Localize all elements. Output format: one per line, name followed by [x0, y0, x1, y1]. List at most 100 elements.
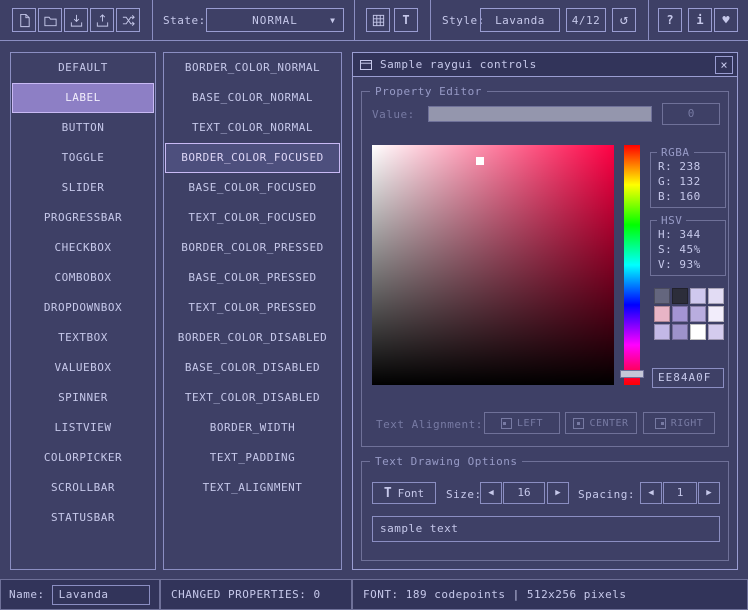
control-type-item[interactable]: LISTVIEW — [11, 413, 155, 443]
style-property-item[interactable]: BORDER_COLOR_NORMAL — [164, 53, 341, 83]
style-property-item[interactable]: BORDER_COLOR_FOCUSED — [165, 143, 340, 173]
style-reload-button[interactable]: ↺ — [612, 8, 636, 32]
random-style-button[interactable] — [116, 8, 140, 32]
statusbar-font-section: FONT: 189 codepoints | 512x256 pixels — [352, 579, 748, 610]
control-type-item[interactable]: DROPDOWNBOX — [11, 293, 155, 323]
reload-icon: ↺ — [620, 13, 628, 27]
align-left-button[interactable]: LEFT — [484, 412, 560, 434]
style-property-item[interactable]: BASE_COLOR_PRESSED — [164, 263, 341, 293]
info-icon: i — [696, 14, 703, 26]
color-swatch[interactable] — [690, 306, 706, 322]
color-swatch[interactable] — [690, 324, 706, 340]
control-type-item[interactable]: SCROLLBAR — [11, 473, 155, 503]
size-increase-button[interactable]: ▶ — [547, 482, 569, 504]
style-property-item[interactable]: BASE_COLOR_NORMAL — [164, 83, 341, 113]
color-swatch[interactable] — [654, 288, 670, 304]
info-button[interactable]: i — [688, 8, 712, 32]
style-name-input[interactable]: Lavanda — [52, 585, 150, 605]
control-type-item[interactable]: COLORPICKER — [11, 443, 155, 473]
font-atlas-button[interactable] — [366, 8, 390, 32]
spacing-increase-button[interactable]: ▶ — [698, 482, 720, 504]
hsv-h-value: H: 344 — [651, 227, 725, 242]
control-type-item[interactable]: CHECKBOX — [11, 233, 155, 263]
value-box[interactable]: 0 — [662, 103, 720, 125]
align-right-icon — [655, 418, 666, 429]
color-swatch[interactable] — [654, 306, 670, 322]
font-button-label: Font — [398, 487, 425, 500]
color-swatch[interactable] — [654, 324, 670, 340]
control-type-item[interactable]: SPINNER — [11, 383, 155, 413]
font-icon: T — [384, 486, 392, 501]
hue-bar[interactable] — [624, 145, 640, 385]
sponsor-button[interactable]: ♥ — [714, 8, 738, 32]
align-right-button[interactable]: RIGHT — [643, 412, 715, 434]
style-property-item[interactable]: TEXT_COLOR_FOCUSED — [164, 203, 341, 233]
rgba-g-value: G: 132 — [651, 174, 725, 189]
color-swatch[interactable] — [708, 324, 724, 340]
sample-controls-window: Sample raygui controls × Property Editor… — [352, 52, 738, 570]
style-property-item[interactable]: TEXT_COLOR_DISABLED — [164, 383, 341, 413]
control-type-item[interactable]: SLIDER — [11, 173, 155, 203]
control-type-item[interactable]: COMBOBOX — [11, 263, 155, 293]
file-new-button[interactable] — [12, 8, 36, 32]
style-export-button[interactable] — [90, 8, 114, 32]
style-property-item[interactable]: BASE_COLOR_FOCUSED — [164, 173, 341, 203]
close-button[interactable]: × — [715, 56, 733, 74]
toolbar: State: NORMAL ▼ T Style: Lavanda 4/12 ↺ … — [0, 0, 748, 41]
text-drawing-options-group: Text Drawing Options T Font Size: ◀ 16 ▶… — [361, 461, 729, 561]
control-type-item[interactable]: TOGGLE — [11, 143, 155, 173]
style-property-item[interactable]: BORDER_COLOR_DISABLED — [164, 323, 341, 353]
spacing-value-box[interactable]: 1 — [663, 482, 697, 504]
control-type-item[interactable]: PROGRESSBAR — [11, 203, 155, 233]
control-type-item[interactable]: LABEL — [12, 83, 154, 113]
style-property-item[interactable]: BORDER_WIDTH — [164, 413, 341, 443]
value-slider[interactable] — [428, 106, 652, 122]
style-property-item[interactable]: TEXT_ALIGNMENT — [164, 473, 341, 503]
control-type-item[interactable]: STATUSBAR — [11, 503, 155, 533]
style-property-item[interactable]: BASE_COLOR_DISABLED — [164, 353, 341, 383]
file-open-button[interactable] — [38, 8, 62, 32]
left-arrow-icon: ◀ — [648, 488, 653, 498]
color-swatch[interactable] — [690, 288, 706, 304]
control-type-item[interactable]: BUTTON — [11, 113, 155, 143]
align-left-icon — [501, 418, 512, 429]
font-button[interactable]: T Font — [372, 482, 436, 504]
name-label: Name: — [1, 588, 45, 601]
color-swatch[interactable] — [672, 306, 688, 322]
color-swatch[interactable] — [672, 288, 688, 304]
text-tool-button[interactable]: T — [394, 8, 418, 32]
rgba-b-value: B: 160 — [651, 189, 725, 204]
size-decrease-button[interactable]: ◀ — [480, 482, 502, 504]
color-swatch[interactable] — [672, 324, 688, 340]
window-titlebar[interactable]: Sample raygui controls × — [353, 53, 737, 77]
align-center-button[interactable]: CENTER — [565, 412, 637, 434]
style-property-item[interactable]: TEXT_COLOR_PRESSED — [164, 293, 341, 323]
sample-text-input[interactable]: sample text — [372, 516, 720, 542]
style-property-item[interactable]: BORDER_COLOR_PRESSED — [164, 233, 341, 263]
color-swatch[interactable] — [708, 288, 724, 304]
style-name-button[interactable]: Lavanda — [480, 8, 560, 32]
spacing-decrease-button[interactable]: ◀ — [640, 482, 662, 504]
control-type-item[interactable]: TEXTBOX — [11, 323, 155, 353]
color-saturation-panel[interactable] — [372, 145, 614, 385]
folder-open-icon — [43, 13, 58, 28]
group-label: Text Drawing Options — [370, 455, 522, 468]
help-button[interactable]: ? — [658, 8, 682, 32]
state-dropdown-value: NORMAL — [252, 14, 298, 27]
rgba-r-value: R: 238 — [651, 159, 725, 174]
control-type-item[interactable]: VALUEBOX — [11, 353, 155, 383]
style-count-button[interactable]: 4/12 — [566, 8, 606, 32]
size-value-box[interactable]: 16 — [503, 482, 545, 504]
style-property-item[interactable]: TEXT_COLOR_NORMAL — [164, 113, 341, 143]
style-property-item[interactable]: TEXT_PADDING — [164, 443, 341, 473]
hex-value-input[interactable]: EE84A0F — [652, 368, 724, 388]
color-cursor[interactable] — [476, 157, 484, 165]
color-swatch[interactable] — [708, 306, 724, 322]
control-type-item[interactable]: DEFAULT — [11, 53, 155, 83]
state-dropdown[interactable]: NORMAL ▼ — [206, 8, 344, 32]
statusbar-changed-section: CHANGED PROPERTIES: 0 — [160, 579, 352, 610]
text-tool-icon: T — [402, 14, 409, 26]
hue-slider-handle[interactable] — [620, 370, 644, 378]
file-save-button[interactable] — [64, 8, 88, 32]
chevron-down-icon: ▼ — [330, 16, 336, 25]
